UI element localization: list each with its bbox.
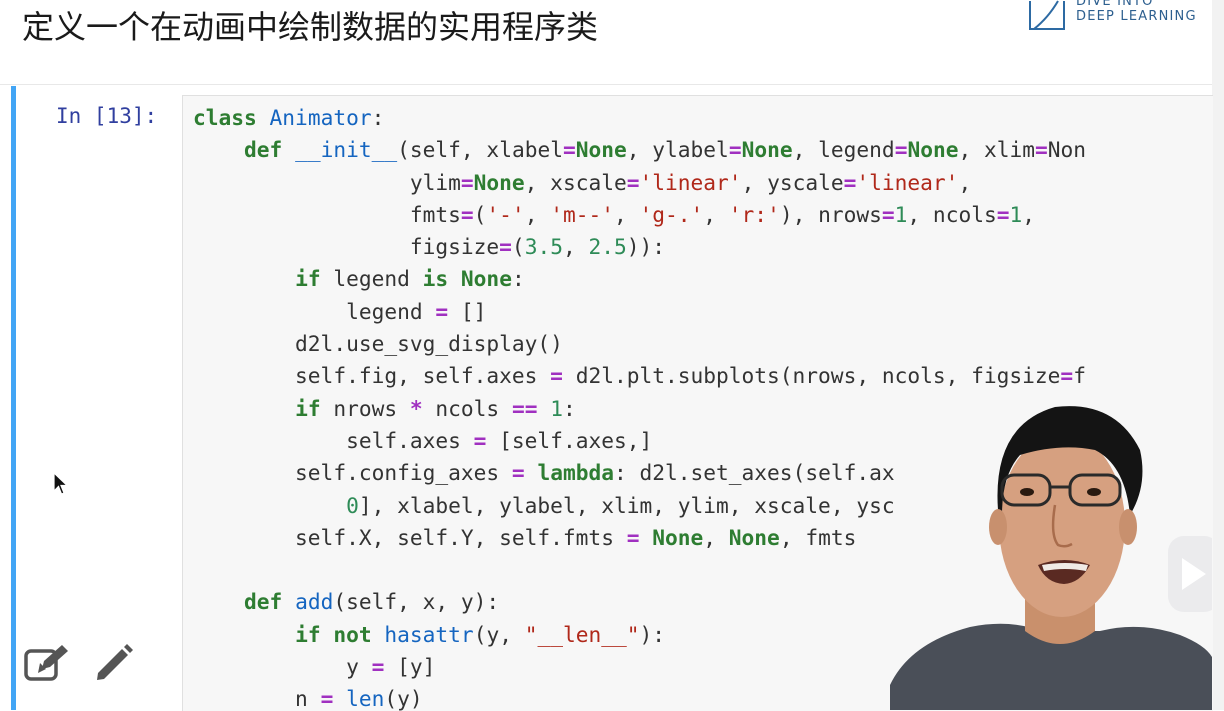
edit-square-icon[interactable] — [24, 643, 70, 683]
code-line: d2l.use_svg_display() — [193, 331, 563, 357]
pencil-icon[interactable] — [94, 643, 134, 683]
code-line: if not hasattr(y, "__len__"): — [295, 621, 666, 647]
page-title: 定义一个在动画中绘制数据的实用程序类 — [22, 8, 599, 46]
code-line: legend = [] — [193, 298, 487, 324]
code-line: ylim=None, xscale='linear', yscale='line… — [193, 169, 972, 195]
code-line: figsize=(3.5, 2.5)): — [193, 234, 666, 260]
logo-text-line1: DIVE INTO — [1076, 0, 1154, 9]
scrollbar-track[interactable] — [1212, 0, 1224, 710]
mouse-cursor-icon — [53, 472, 69, 495]
code-line: self.fig, self.axes = d2l.plt.subplots(n… — [193, 363, 1086, 389]
header-divider — [0, 84, 1212, 85]
code-line: class Animator: — [193, 105, 385, 130]
cell-prompt: In [13]: — [56, 104, 158, 128]
code-line: if legend is None: — [295, 266, 525, 292]
code-line: n = len(y) — [193, 686, 423, 711]
play-icon[interactable] — [1168, 536, 1212, 612]
code-line: if nrows * ncols == 1: — [295, 395, 576, 421]
d2l-logo: DIVE INTO DEEP LEARNING — [1028, 0, 1224, 30]
code-line: def __init__(self, xlabel=None, ylabel=N… — [244, 137, 1087, 163]
code-line: def add(self, x, y): — [244, 589, 500, 615]
d2l-logo-icon — [1029, 0, 1065, 30]
code-line: y = [y] — [193, 654, 436, 680]
code-line: fmts=('-', 'm--', 'g-.', 'r:'), nrows=1,… — [193, 201, 1036, 227]
code-line: self.X, self.Y, self.fmts = None, None, … — [193, 524, 857, 550]
code-line: self.axes = [self.axes,] — [193, 427, 653, 453]
code-line: self.config_axes = lambda: d2l.set_axes(… — [193, 460, 895, 486]
logo-text-line2: DEEP LEARNING — [1076, 9, 1197, 24]
presenter-video-overlay — [890, 406, 1212, 710]
selected-cell-indicator — [11, 86, 16, 710]
